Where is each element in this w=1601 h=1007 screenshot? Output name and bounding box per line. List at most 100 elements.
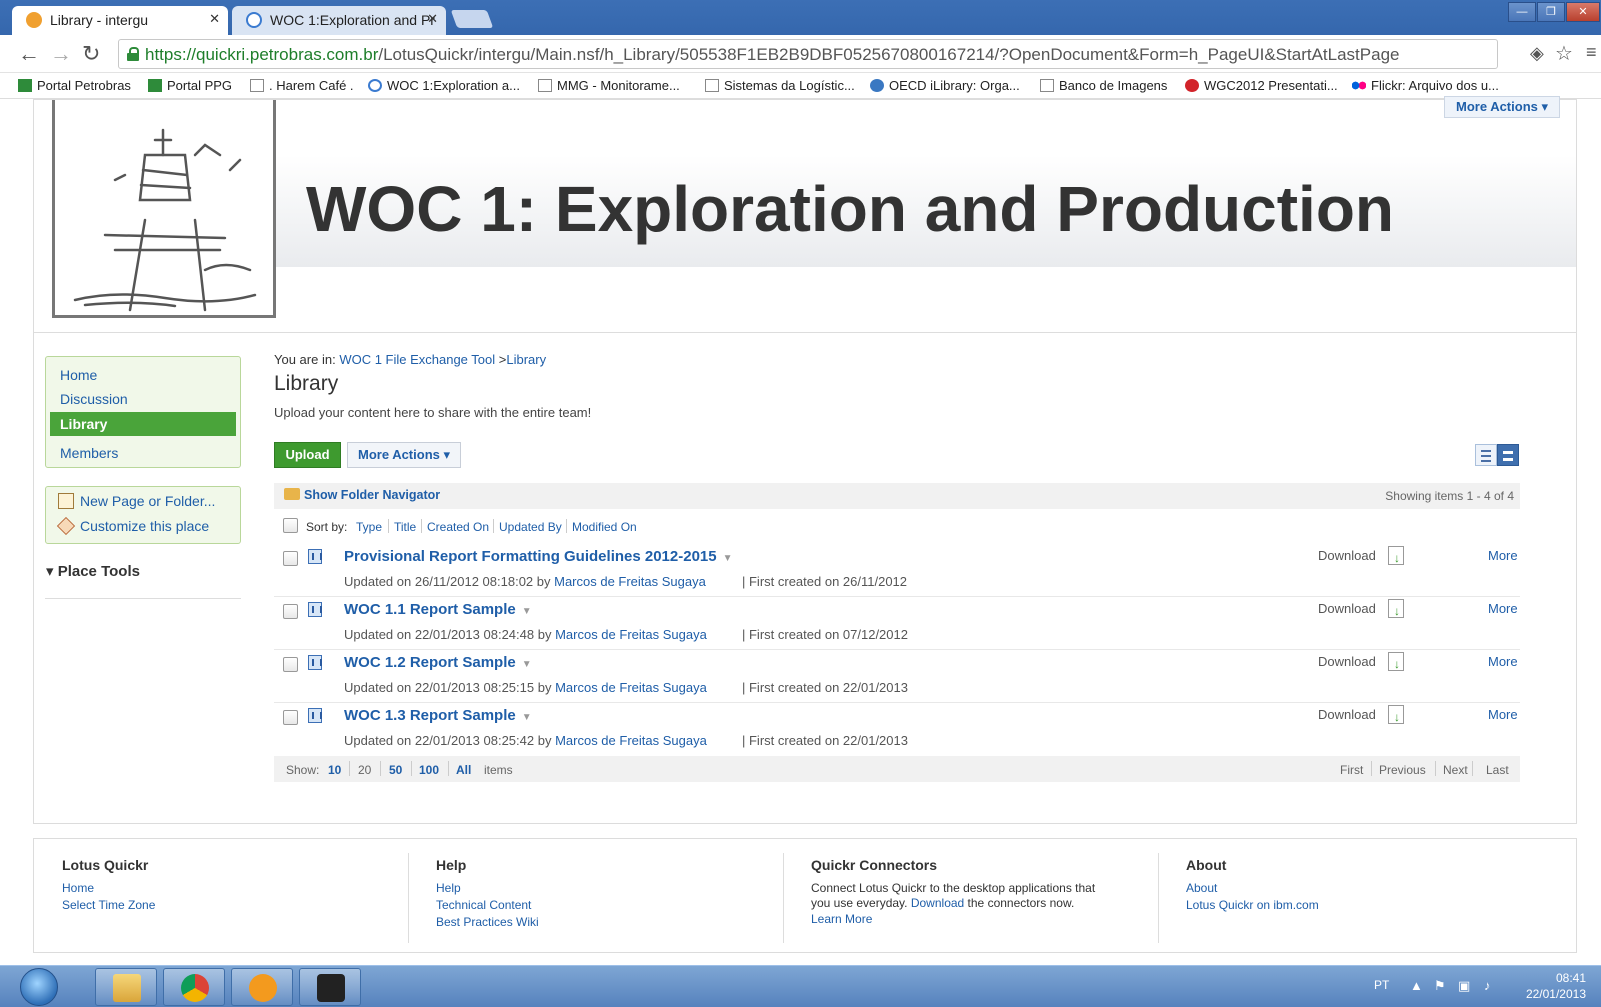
menu-icon[interactable]: ≡ (1586, 42, 1597, 63)
footer-help-link[interactable]: Help (436, 881, 461, 895)
sort-updated-by[interactable]: Updated By (499, 520, 562, 534)
sort-modified-on[interactable]: Modified On (572, 520, 637, 534)
item-title-link[interactable]: WOC 1.2 Report Sample ▼ (344, 654, 532, 671)
more-link[interactable]: More (1488, 654, 1518, 669)
bookmark-flickr[interactable]: Flickr: Arquivo dos u... (1352, 78, 1499, 93)
author-link[interactable]: Marcos de Freitas Sugaya (555, 680, 707, 695)
close-window-button[interactable]: ✕ (1566, 2, 1600, 22)
pager-first[interactable]: First (1340, 763, 1363, 777)
footer-ibm-link[interactable]: Lotus Quickr on ibm.com (1186, 898, 1319, 912)
list-view-button[interactable] (1475, 444, 1497, 466)
extension-icon[interactable]: ◈ (1530, 43, 1544, 64)
forward-arrow-icon[interactable]: → (50, 41, 72, 67)
sidebar-item-members[interactable]: Members (50, 441, 236, 465)
back-arrow-icon[interactable]: ← (18, 41, 40, 67)
new-tab-button[interactable] (450, 10, 494, 28)
customize-place-link[interactable]: Customize this place (56, 516, 209, 536)
language-indicator[interactable]: PT (1374, 978, 1389, 992)
show-hidden-icons-icon[interactable]: ▲ (1410, 978, 1423, 993)
close-icon[interactable]: ✕ (209, 11, 220, 27)
author-link[interactable]: Marcos de Freitas Sugaya (555, 627, 707, 642)
chevron-down-icon[interactable]: ▼ (522, 712, 532, 723)
sidebar-item-home[interactable]: Home (50, 363, 236, 387)
show-folder-navigator-link[interactable]: Show Folder Navigator (284, 488, 440, 502)
pager-next[interactable]: Next (1443, 763, 1468, 777)
taskbar-explorer[interactable] (95, 968, 157, 1006)
item-checkbox[interactable] (283, 710, 298, 725)
more-actions-button[interactable]: More Actions ▾ (347, 442, 461, 468)
close-icon[interactable]: ✕ (427, 11, 438, 27)
start-button[interactable] (20, 968, 58, 1006)
bookmark-sistemas[interactable]: Sistemas da Logístic... (705, 78, 855, 93)
bookmark-mmg[interactable]: MMG - Monitorame... (538, 78, 680, 93)
select-all-checkbox[interactable] (283, 518, 298, 533)
download-icon[interactable] (1388, 705, 1404, 724)
breadcrumb-library[interactable]: Library (506, 352, 546, 367)
page-size-20[interactable]: 20 (358, 763, 371, 777)
chevron-down-icon[interactable]: ▼ (723, 553, 733, 564)
item-title-link[interactable]: Provisional Report Formatting Guidelines… (344, 548, 733, 565)
page-size-all[interactable]: All (456, 763, 471, 777)
footer-home-link[interactable]: Home (62, 881, 94, 895)
reload-icon[interactable]: ↻ (82, 41, 100, 67)
item-checkbox[interactable] (283, 604, 298, 619)
item-title-link[interactable]: WOC 1.1 Report Sample ▼ (344, 601, 532, 618)
sort-created-on[interactable]: Created On (427, 520, 489, 534)
bookmark-banco-imagens[interactable]: Banco de Imagens (1040, 78, 1167, 93)
item-title-link[interactable]: WOC 1.3 Report Sample ▼ (344, 707, 532, 724)
sort-type[interactable]: Type (356, 520, 382, 534)
breadcrumb-woc1-file-exchange[interactable]: WOC 1 File Exchange Tool (339, 352, 495, 367)
chevron-down-icon[interactable]: ▼ (522, 659, 532, 670)
volume-icon[interactable]: ♪ (1484, 978, 1491, 993)
flag-icon[interactable]: ⚑ (1434, 978, 1446, 994)
author-link[interactable]: Marcos de Freitas Sugaya (555, 733, 707, 748)
clock[interactable]: 08:41 22/01/2013 (1516, 970, 1586, 1002)
footer-learn-more-link[interactable]: Learn More (811, 912, 872, 926)
tab-woc1[interactable]: WOC 1:Exploration and Pr ✕ (232, 6, 446, 35)
address-bar[interactable]: https://quickri.petrobras.com.br/LotusQu… (118, 39, 1498, 69)
item-checkbox[interactable] (283, 657, 298, 672)
sidebar-item-library[interactable]: Library (50, 412, 236, 436)
footer-best-practices-link[interactable]: Best Practices Wiki (436, 915, 539, 929)
page-size-10[interactable]: 10 (328, 763, 341, 777)
chevron-down-icon[interactable]: ▼ (522, 606, 532, 617)
place-more-actions-button[interactable]: More Actions ▾ (1444, 96, 1560, 118)
more-link[interactable]: More (1488, 601, 1518, 616)
more-link[interactable]: More (1488, 548, 1518, 563)
sort-title[interactable]: Title (394, 520, 416, 534)
minimize-button[interactable]: — (1508, 2, 1536, 22)
download-link[interactable]: Download (1318, 654, 1376, 669)
bookmark-wgc2012[interactable]: WGC2012 Presentati... (1185, 78, 1338, 93)
more-link[interactable]: More (1488, 707, 1518, 722)
download-icon[interactable] (1388, 599, 1404, 618)
restore-button[interactable]: ❐ (1537, 2, 1565, 22)
download-icon[interactable] (1388, 546, 1404, 565)
pager-last[interactable]: Last (1486, 763, 1509, 777)
pager-previous[interactable]: Previous (1379, 763, 1426, 777)
page-size-100[interactable]: 100 (419, 763, 439, 777)
download-link[interactable]: Download (1318, 707, 1376, 722)
network-icon[interactable]: ▣ (1458, 978, 1470, 994)
author-link[interactable]: Marcos de Freitas Sugaya (554, 574, 706, 589)
taskbar-chrome[interactable] (163, 968, 225, 1006)
bookmark-portal-ppg[interactable]: Portal PPG (148, 78, 232, 93)
footer-technical-content-link[interactable]: Technical Content (436, 898, 531, 912)
upload-button[interactable]: Upload (274, 442, 341, 468)
page-size-50[interactable]: 50 (389, 763, 402, 777)
detail-view-button[interactable] (1497, 444, 1519, 466)
star-icon[interactable]: ☆ (1555, 41, 1573, 66)
footer-download-link[interactable]: Download (911, 896, 964, 910)
item-checkbox[interactable] (283, 551, 298, 566)
taskbar-blackberry[interactable] (299, 968, 361, 1006)
download-icon[interactable] (1388, 652, 1404, 671)
tab-library[interactable]: Library - intergu ✕ (12, 6, 228, 35)
sidebar-item-discussion[interactable]: Discussion (50, 387, 236, 411)
bookmark-oecd[interactable]: OECD iLibrary: Orga... (870, 78, 1020, 93)
new-page-or-folder-link[interactable]: New Page or Folder... (58, 493, 215, 509)
download-link[interactable]: Download (1318, 548, 1376, 563)
download-link[interactable]: Download (1318, 601, 1376, 616)
footer-time-zone-link[interactable]: Select Time Zone (62, 898, 155, 912)
bookmark-woc1[interactable]: WOC 1:Exploration a... (368, 78, 520, 93)
place-tools-toggle[interactable]: ▾ Place Tools (46, 562, 140, 580)
bookmark-portal-petrobras[interactable]: Portal Petrobras (18, 78, 131, 93)
